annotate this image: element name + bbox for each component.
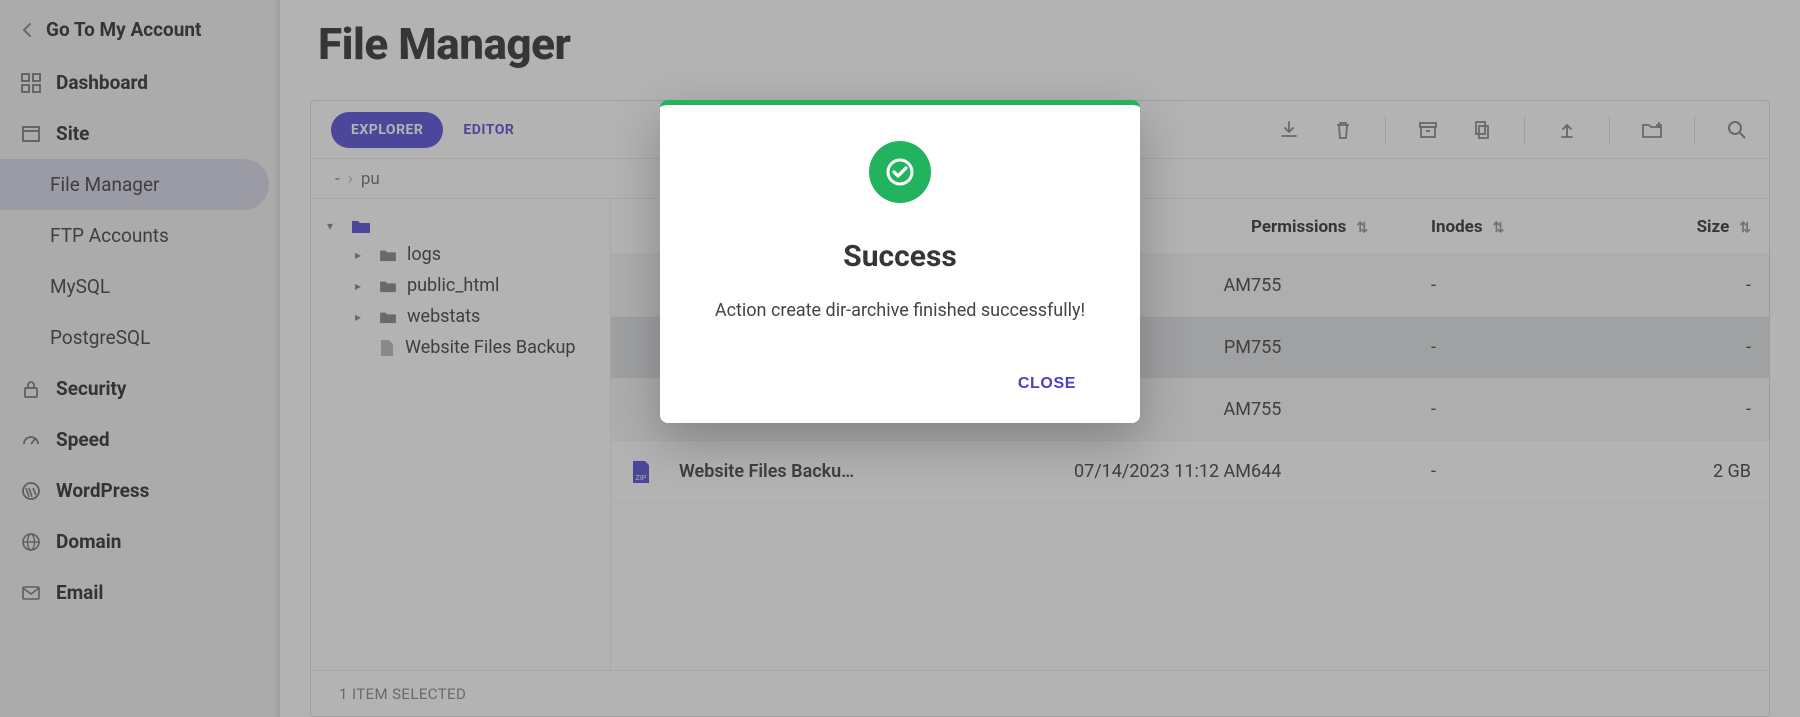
modal-title: Success: [696, 239, 1104, 274]
modal-overlay[interactable]: Success Action create dir-archive finish…: [0, 0, 1800, 717]
modal-body: Action create dir-archive finished succe…: [696, 300, 1104, 321]
close-button[interactable]: CLOSE: [990, 367, 1104, 401]
check-circle-icon: [869, 141, 931, 203]
button-label: CLOSE: [1018, 375, 1076, 392]
success-modal: Success Action create dir-archive finish…: [660, 100, 1140, 423]
